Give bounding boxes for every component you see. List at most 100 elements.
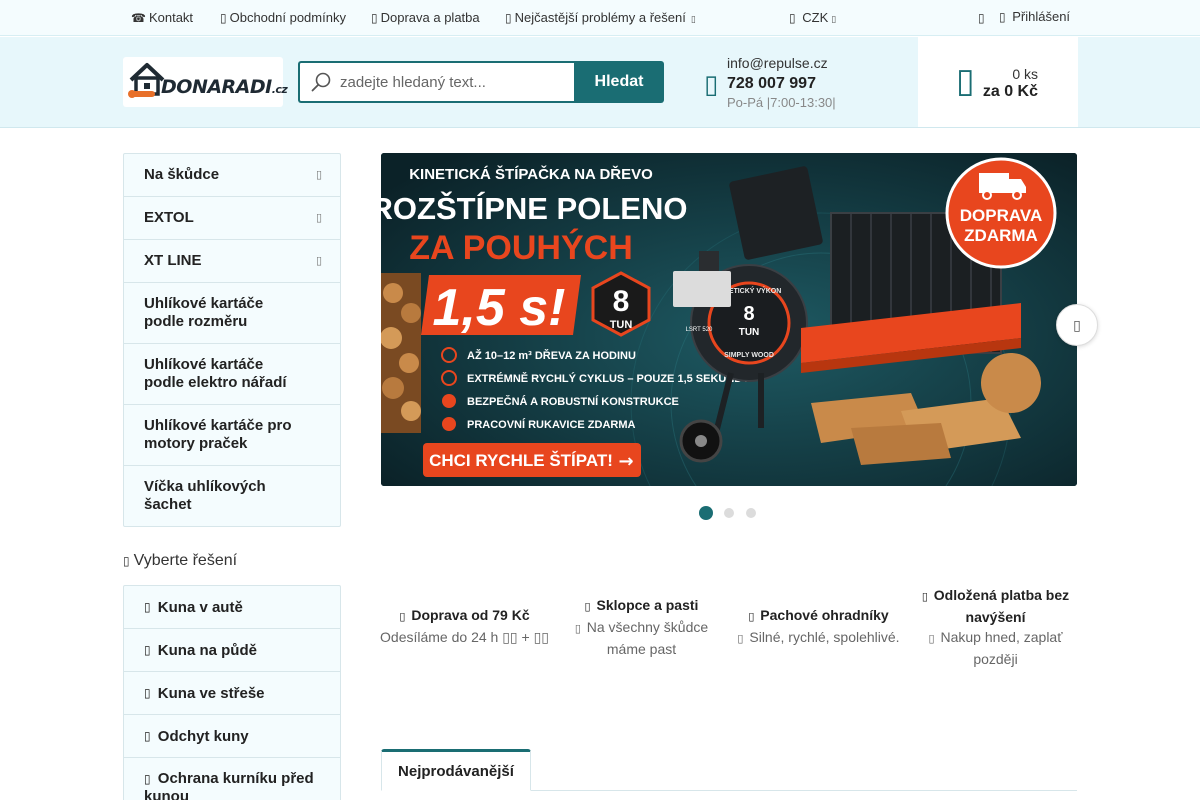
banner-line3: ZA POUHÝCH	[409, 229, 633, 267]
svg-text:ZDARMA: ZDARMA	[964, 226, 1038, 245]
solution-item[interactable]: ▯ Odchyt kuny	[124, 715, 340, 758]
category-item[interactable]: Uhlíkové kartáče podle rozměru	[124, 283, 340, 344]
logo-text: DONARADI.cz	[161, 76, 288, 98]
user-icon: ▯	[999, 10, 1006, 24]
banner-feature: PRACOVNÍ RUKAVICE ZDARMA	[467, 418, 636, 431]
phone-icon: ▯	[704, 69, 719, 99]
cart-icon: ▯	[956, 62, 975, 100]
chevron-down-icon: ▯	[690, 14, 696, 24]
wallet-icon: ▯	[921, 591, 928, 603]
chevron-right-icon: ▯	[1073, 316, 1081, 333]
slider-dot[interactable]	[724, 508, 734, 518]
contact-link[interactable]: ☎ Kontakt	[131, 10, 193, 25]
chevron-down-icon: ▯	[831, 14, 837, 24]
contact-info: ▯ info@repulse.cz 728 007 997 Po-Pá |7:0…	[704, 53, 904, 113]
search-box	[298, 61, 574, 103]
solution-item[interactable]: ▯ Ochrana kurníku před kunou	[124, 758, 340, 800]
svg-text:8: 8	[743, 303, 754, 325]
banner-feature: AŽ 10–12 m³ DŘEVA ZA HODINU	[467, 349, 636, 362]
solution-icon: ▯	[144, 685, 151, 700]
solution-item[interactable]: ▯ Kuna ve střeše	[124, 672, 340, 715]
phone-icon: ☎	[131, 11, 146, 25]
truck-icon: ▯	[399, 611, 406, 623]
firewood-stack	[381, 273, 421, 433]
solution-item[interactable]: ▯ Kuna na půdě	[124, 629, 340, 672]
header: DONARADI.cz Hledat ▯ info@repulse.cz 728…	[0, 37, 1200, 128]
slider-dot[interactable]	[746, 508, 756, 518]
arrow-right-icon: →	[618, 451, 633, 472]
logo[interactable]: DONARADI.cz	[123, 57, 288, 107]
search-form: Hledat	[298, 61, 664, 103]
svg-text:LSRT 520: LSRT 520	[686, 327, 713, 333]
category-item[interactable]: EXTOL ▯	[124, 197, 340, 240]
bolt-icon: ▯	[748, 611, 755, 623]
banner-feature: BEZPEČNÁ A ROBUSTNÍ KONSTRUKCE	[467, 395, 679, 408]
currency-select[interactable]: ▯ CZK ▯	[789, 10, 836, 25]
solution-item[interactable]: ▯ Kuna v autě	[124, 586, 340, 629]
solutions-title: ▯ Vyberte řešení	[123, 552, 238, 569]
slider-next-button[interactable]: ▯	[1056, 304, 1098, 346]
login-link[interactable]: ▯ Přihlášení	[999, 9, 1070, 24]
category-menu: Na škůdce ▯ EXTOL ▯ XT LINE ▯ Uhlíkové kart…	[123, 153, 341, 527]
category-item[interactable]: Víčka uhlíkových šachet	[124, 466, 340, 526]
wishlist-link[interactable]: ▯	[978, 10, 988, 25]
slider-dots	[699, 506, 757, 520]
tons-value: 8	[613, 285, 630, 318]
solution-icon: ▯	[144, 599, 151, 614]
terms-link[interactable]: ▯ Obchodní podmínky	[220, 10, 346, 25]
cart-total: za 0 Kč	[982, 83, 1038, 100]
contact-phone[interactable]: 728 007 997	[727, 75, 816, 93]
faq-menu[interactable]: ▯ Nejčastější problémy a řešení ▯	[505, 10, 696, 25]
solution-icon: ▯	[144, 728, 151, 743]
banner-time: 1,5 s!	[433, 279, 566, 337]
shield-icon	[442, 394, 456, 408]
check-icon: ▯	[737, 633, 744, 645]
category-item[interactable]: XT LINE ▯	[124, 240, 340, 283]
check-icon: ▯	[928, 633, 935, 645]
banner-artwork: KINETICKÁ ŠTÍPAČKA NA DŘEVO ROZŠTÍPNE PO…	[381, 153, 1077, 486]
search-icon	[311, 72, 331, 92]
lightbulb-icon: ▯	[123, 554, 130, 568]
slider-dot[interactable]	[699, 506, 713, 520]
solution-icon: ▯	[144, 772, 151, 786]
search-input[interactable]	[340, 73, 560, 91]
contact-email[interactable]: info@repulse.cz	[727, 55, 828, 71]
solutions-menu: ▯ Kuna v autě ▯ Kuna na půdě ▯ Kuna ve s…	[123, 585, 341, 800]
banner-line2: ROZŠTÍPNE POLENO	[381, 190, 687, 226]
cart-button[interactable]: ▯ 0 ks za 0 Kč	[918, 37, 1078, 127]
trap-icon: ▯	[584, 601, 591, 613]
svg-text:SIMPLY WOOD: SIMPLY WOOD	[724, 352, 774, 359]
benefit-traps: ▯ Sklopce a pasti ▯ Na všechny škůdce má…	[574, 597, 709, 657]
benefit-shipping: ▯ Doprava od 79 Kč Odesíláme do 24 h ▯▯ …	[380, 607, 549, 645]
tons-unit: TUN	[610, 319, 633, 331]
category-item[interactable]: Uhlíkové kartáče podle elektro nářadí	[124, 344, 340, 405]
solution-icon: ▯	[144, 642, 151, 657]
shipping-link[interactable]: ▯ Doprava a platba	[371, 10, 480, 25]
chevron-right-icon: ▯	[315, 169, 322, 181]
category-item[interactable]: Na škůdce ▯	[124, 154, 340, 197]
search-button[interactable]: Hledat	[574, 61, 664, 103]
document-icon: ▯	[220, 11, 227, 25]
banner-feature: EXTRÉMNĚ RYCHLÝ CYKLUS – POUZE 1,5 SEKUN…	[467, 372, 750, 385]
truck-icon: ▯	[371, 11, 378, 25]
benefit-deferred-payment: ▯ Odložená platba bez navýšení ▯ Nakup h…	[921, 587, 1070, 667]
category-item[interactable]: Uhlíkové kartáče pro motory praček	[124, 405, 340, 466]
opening-hours: Po-Pá |7:00-13:30|	[727, 95, 836, 110]
check-icon: ▯	[574, 623, 581, 635]
question-icon: ▯	[505, 11, 512, 25]
cart-count: 0 ks	[1012, 66, 1038, 82]
svg-text:TUN: TUN	[739, 327, 760, 338]
banner-cta-label: CHCI RYCHLE ŠTÍPAT!	[429, 451, 613, 470]
chevron-right-icon: ▯	[315, 212, 322, 224]
svg-text:DOPRAVA: DOPRAVA	[960, 206, 1043, 225]
banner-line1: KINETICKÁ ŠTÍPAČKA NA DŘEVO	[409, 165, 653, 183]
benefit-repellents: ▯ Pachové ohradníky ▯ Silné, rychlé, spo…	[737, 607, 900, 645]
chevron-right-icon: ▯	[315, 255, 322, 267]
tab-bestsellers[interactable]: Nejprodávanější	[381, 749, 531, 791]
glove-icon	[442, 417, 456, 431]
hero-banner[interactable]: KINETICKÁ ŠTÍPAČKA NA DŘEVO ROZŠTÍPNE PO…	[381, 153, 1077, 486]
currency-icon: ▯	[789, 11, 796, 25]
heart-icon: ▯	[978, 11, 985, 25]
top-bar: ☎ Kontakt ▯ Obchodní podmínky ▯ Doprava a p…	[0, 0, 1200, 36]
product-tabs: Nejprodávanější	[381, 749, 1077, 791]
